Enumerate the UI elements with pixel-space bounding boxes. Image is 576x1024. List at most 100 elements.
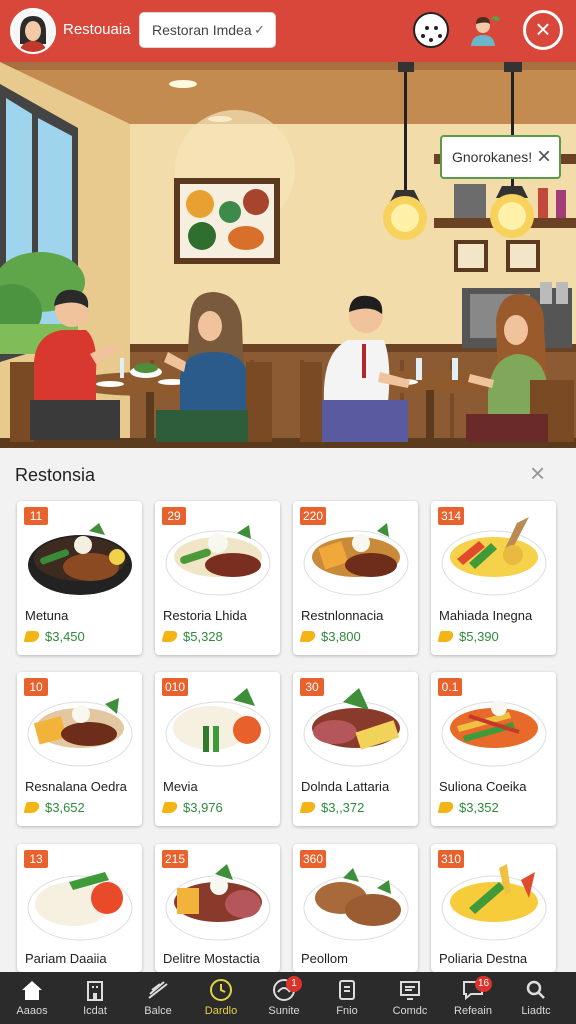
item-price: $5,328 (161, 629, 223, 644)
dish-image (441, 700, 547, 767)
item-price-value: $3,450 (45, 629, 85, 644)
nav-label: Balce (144, 1005, 172, 1017)
menu-item-card[interactable]: 0.1 Suliona Coeika $3,352 (431, 672, 556, 826)
item-name: Pariam Daaiia (25, 951, 107, 966)
item-number-badge: 11 (24, 507, 48, 525)
item-number-badge: 215 (162, 850, 189, 868)
menu-panel: Restonsia × 11 Metuna $3,450 29 Restoria Lhi… (0, 448, 576, 972)
item-number-badge: 360 (300, 850, 327, 868)
search-field[interactable]: Restoran Imdea ✓ (139, 12, 276, 48)
item-number-badge: 010 (162, 678, 189, 696)
dish-image (303, 523, 409, 596)
nav-item-document[interactable]: Fnio (315, 972, 379, 1024)
item-name: Poliaria Destna (439, 951, 528, 966)
item-price: $3,450 (23, 629, 85, 644)
item-name: Restoria Lhida (163, 608, 247, 623)
item-price: $3,352 (437, 800, 499, 815)
coin-icon (23, 631, 41, 642)
clock-icon (210, 979, 232, 1001)
item-number-badge: 310 (438, 850, 465, 868)
coin-icon (23, 802, 41, 813)
nav-label: Icdat (83, 1005, 107, 1017)
nav-item-home[interactable]: Aaaos (0, 972, 64, 1024)
smiley-icon[interactable] (413, 12, 449, 48)
coin-icon (161, 631, 179, 642)
nav-item-clock[interactable]: Dardlo (189, 972, 253, 1024)
item-price-value: $3,652 (45, 800, 85, 815)
menu-item-card[interactable]: 11 Metuna $3,450 (17, 501, 142, 655)
nav-item-monitor[interactable]: Comdc (378, 972, 442, 1024)
toast-label: Gnorokanes! (452, 149, 533, 165)
restaurant-illustration: Gnorokanes! × (0, 62, 576, 448)
menu-item-card[interactable]: 215 Delitre Mostactia (155, 844, 280, 972)
menu-item-card[interactable]: 310 Poliaria Destna (431, 844, 556, 972)
menu-item-card[interactable]: 314 Mahiada Inegna $5,390 (431, 501, 556, 655)
flag-icon (148, 981, 168, 999)
document-icon (339, 980, 355, 1000)
item-number-badge: 220 (300, 507, 327, 525)
item-name: Peollom (301, 951, 348, 966)
menu-item-card[interactable]: 010 Mevia $3,976 (155, 672, 280, 826)
notification-badge: 1 (286, 976, 302, 992)
avatar[interactable] (10, 8, 56, 54)
coin-icon (299, 631, 317, 642)
dish-image (165, 688, 271, 767)
menu-item-card[interactable]: 10 Resnalana Oedra $3,652 (17, 672, 142, 826)
menu-item-card[interactable]: 30 Dolnda Lattaria $3,,372 (293, 672, 418, 826)
menu-item-card[interactable]: 29 Restoria Lhida $5,328 (155, 501, 280, 655)
dish-image (303, 868, 409, 941)
check-icon: ✓ (254, 22, 265, 37)
nav-item-building[interactable]: Icdat (63, 972, 127, 1024)
dish-image (441, 864, 547, 941)
bottom-nav: Aaaos Icdat Balce Dardlo 1 Sunite Fnio Comdc 16 R… (0, 972, 576, 1024)
item-price: $3,,372 (299, 800, 365, 815)
item-name: Mevia (163, 779, 198, 794)
nav-item-search[interactable]: Liadtc (504, 972, 568, 1024)
notification-toast[interactable]: Gnorokanes! × (440, 135, 561, 179)
monitor-icon (400, 981, 420, 1000)
profile-icon[interactable] (466, 12, 502, 48)
item-price-value: $3,976 (183, 800, 223, 815)
panel-title: Restonsia (15, 465, 96, 485)
nav-label: Sunite (268, 1005, 300, 1017)
item-number-badge: 314 (438, 507, 465, 525)
coin-icon (437, 631, 455, 642)
item-price-value: $3,352 (459, 800, 499, 815)
building-icon (87, 981, 103, 1001)
item-number-badge: 29 (162, 507, 186, 525)
dish-image (28, 523, 132, 595)
item-name: Suliona Coeika (439, 779, 527, 794)
menu-item-card[interactable]: 13 Pariam Daaiia (17, 844, 142, 972)
item-price: $3,652 (23, 800, 85, 815)
item-number-badge: 0.1 (438, 678, 462, 696)
coin-icon (299, 802, 317, 813)
item-price-value: $5,328 (183, 629, 223, 644)
menu-item-card[interactable]: 360 Peollom (293, 844, 418, 972)
item-name: Resnalana Oedra (25, 779, 127, 794)
dish-image (27, 698, 133, 767)
nav-item-globe[interactable]: 1 Sunite (252, 972, 316, 1024)
nav-label: Dardlo (204, 1005, 238, 1017)
item-name: Mahiada Inegna (439, 608, 533, 623)
nav-label: Refeain (454, 1005, 492, 1017)
item-price-value: $3,800 (321, 629, 361, 644)
nav-label: Comdc (392, 1005, 428, 1017)
nav-item-flag[interactable]: Balce (126, 972, 190, 1024)
dish-image (27, 872, 133, 941)
dish-image (165, 864, 271, 941)
nav-label: Liadtc (521, 1005, 551, 1017)
toast-close-icon[interactable]: × (537, 145, 551, 169)
item-price-value: $3,,372 (321, 800, 365, 815)
item-name: Restnlonnacia (301, 608, 384, 623)
nav-label: Fnio (336, 1005, 358, 1017)
dish-image (303, 688, 409, 767)
panel-close-icon[interactable]: × (530, 460, 545, 486)
close-icon[interactable]: × (523, 10, 563, 50)
menu-item-card[interactable]: 220 Restnlonnacia $3,800 (293, 501, 418, 655)
item-price: $5,390 (437, 629, 499, 644)
search-icon (526, 980, 545, 999)
nav-label: Aaaos (16, 1005, 48, 1017)
nav-item-chat[interactable]: 16 Refeain (441, 972, 505, 1024)
home-icon (22, 981, 42, 1000)
item-number-badge: 10 (24, 678, 48, 696)
